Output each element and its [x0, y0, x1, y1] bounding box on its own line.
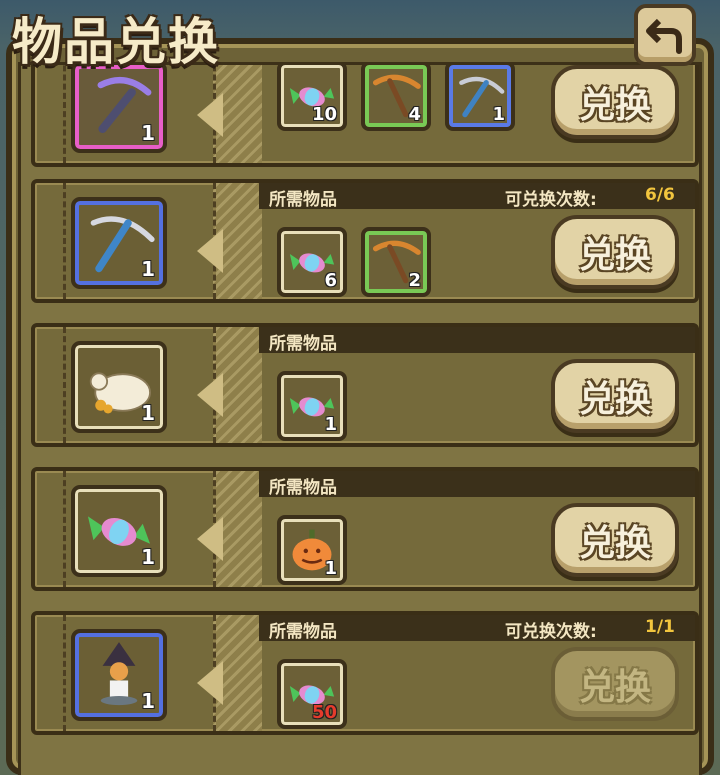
exchange-row: 所需物品 可兑换次数: 6/6 1 6 2 兑换: [31, 179, 699, 303]
reward-qty: 1: [141, 257, 155, 281]
required-item-slot[interactable]: 6: [277, 227, 347, 297]
required-qty: 1: [324, 558, 337, 579]
exchange-button-disabled[interactable]: 兑换: [551, 647, 679, 721]
required-item-slot[interactable]: 1: [445, 65, 515, 131]
required-items-label: 所需物品: [269, 622, 337, 642]
arrow-icon: [197, 373, 223, 417]
required-item-slot[interactable]: 50: [277, 659, 347, 729]
arrow-icon: [197, 517, 223, 561]
exchange-list[interactable]: 1 10 4 1 兑换 所需物品 可兑换次数: 6/6 1 6 2 兑换 所需物…: [18, 62, 702, 775]
reward-slot[interactable]: 1: [71, 197, 167, 289]
required-qty: 10: [311, 104, 337, 125]
required-items-label: 所需物品: [269, 478, 337, 498]
exchange-count-value: 1/1: [645, 617, 675, 637]
exchange-count-label: 可兑换次数:: [505, 622, 597, 642]
required-item-slot[interactable]: 1: [277, 515, 347, 585]
reward-qty: 1: [141, 545, 155, 569]
exchange-count-label: 可兑换次数:: [505, 190, 597, 210]
required-qty: 2: [408, 270, 421, 291]
reward-slot[interactable]: 1: [71, 485, 167, 577]
exchange-button[interactable]: 兑换: [551, 359, 679, 433]
return-arrow-icon: [646, 18, 682, 54]
required-items-label: 所需物品: [269, 334, 337, 354]
required-item-slot[interactable]: 2: [361, 227, 431, 297]
required-qty: 1: [492, 104, 505, 125]
required-qty: 1: [324, 414, 337, 435]
reward-qty: 1: [141, 689, 155, 713]
required-qty: 6: [324, 270, 337, 291]
required-items-label: 所需物品: [269, 190, 337, 210]
required-item-slot[interactable]: 1: [277, 371, 347, 441]
exchange-button[interactable]: 兑换: [551, 503, 679, 577]
exchange-row: 所需物品 1 1 兑换: [31, 323, 699, 447]
exchange-row: 所需物品 1 1 兑换: [31, 467, 699, 591]
required-qty: 4: [408, 104, 421, 125]
exchange-button[interactable]: 兑换: [551, 65, 679, 139]
reward-qty: 1: [141, 121, 155, 145]
arrow-icon: [197, 93, 223, 137]
required-qty: 50: [311, 702, 337, 723]
reward-slot[interactable]: 1: [71, 65, 167, 153]
reward-slot[interactable]: 1: [71, 629, 167, 721]
required-item-slot[interactable]: 10: [277, 65, 347, 131]
exchange-count-value: 6/6: [645, 185, 675, 205]
exchange-button[interactable]: 兑换: [551, 215, 679, 289]
back-button[interactable]: [634, 4, 696, 66]
reward-slot[interactable]: 1: [71, 341, 167, 433]
reward-qty: 1: [141, 401, 155, 425]
page-title: 物品兑换: [12, 12, 220, 71]
arrow-icon: [197, 661, 223, 705]
exchange-row: 所需物品 可兑换次数: 1/1 1 50 兑换: [31, 611, 699, 735]
required-item-slot[interactable]: 4: [361, 65, 431, 131]
exchange-row: 1 10 4 1 兑换: [31, 65, 699, 167]
arrow-icon: [197, 229, 223, 273]
